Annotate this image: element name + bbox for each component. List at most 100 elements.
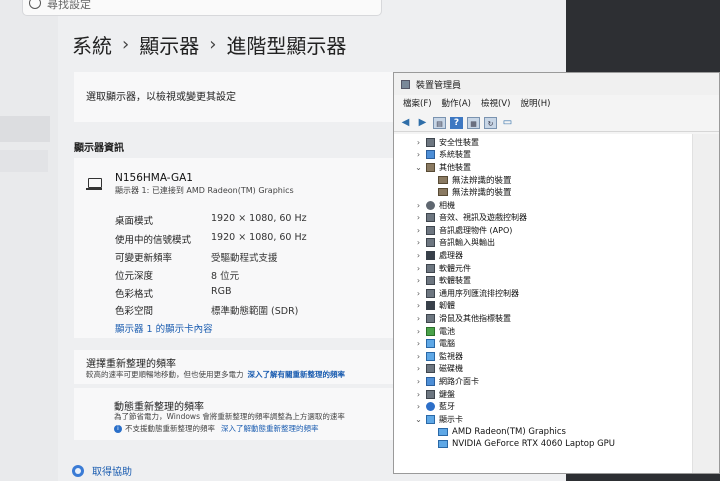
chevron-right-icon[interactable]: ›: [414, 264, 423, 273]
device-category[interactable]: › 系統裝置: [414, 149, 471, 161]
menu-file[interactable]: 檔案(F): [403, 97, 432, 113]
chevron-right-icon[interactable]: ›: [414, 138, 423, 147]
spec-value-desktop-mode: 1920 × 1080, 60 Hz: [211, 213, 307, 224]
chevron-right-icon[interactable]: ›: [414, 402, 423, 411]
monitor-name: N156HMA-GA1: [115, 172, 193, 184]
device-category[interactable]: ⌄ 顯示卡: [414, 413, 463, 425]
refresh-learn-more-link[interactable]: 深入了解有關重新整理的頻率: [248, 370, 346, 379]
breadcrumb-system[interactable]: 系統: [72, 30, 112, 59]
chevron-right-icon[interactable]: ›: [414, 150, 423, 159]
chevron-right-icon[interactable]: ›: [414, 314, 423, 323]
chevron-down-icon[interactable]: ⌄: [414, 415, 423, 424]
device-category[interactable]: › 滑鼠及其他指標裝置: [414, 312, 511, 324]
select-display-label: 選取顯示器，以檢視或變更其設定: [86, 92, 236, 103]
spec-label-color-format: 色彩格式: [115, 289, 154, 300]
toolbar: ◀ ▶ ▤ ? ▦ ↻ ▭: [394, 114, 719, 132]
device-category[interactable]: › 處理器: [414, 249, 463, 261]
spec-label-vrr: 可變更新頻率: [115, 253, 173, 264]
device-node[interactable]: NVIDIA GeForce RTX 4060 Laptop GPU: [438, 438, 615, 450]
breadcrumb-display[interactable]: 顯示器: [139, 30, 199, 59]
spec-value-color-format: RGB: [211, 286, 232, 297]
device-category[interactable]: › 監視器: [414, 350, 463, 362]
device-category[interactable]: › 電腦: [414, 338, 455, 350]
device-manager-title: 裝置管理員: [416, 80, 462, 91]
nav-item-selected[interactable]: [0, 116, 50, 142]
monitor-connection: 顯示器 1: 已連接到 AMD Radeon(TM) Graphics: [115, 186, 294, 195]
device-category[interactable]: › 相機: [414, 199, 455, 211]
display-info-heading: 顯示器資訊: [74, 143, 124, 154]
chevron-right-icon[interactable]: ›: [414, 289, 423, 298]
chevron-right-icon[interactable]: ›: [414, 238, 423, 247]
device-category[interactable]: › 音訊處理物件 (APO): [414, 224, 512, 236]
device-category[interactable]: › 軟體裝置: [414, 275, 471, 287]
help-icon[interactable]: ?: [450, 116, 463, 129]
chevron-right-icon[interactable]: ›: [414, 390, 423, 399]
device-label: 安全性裝置: [439, 137, 479, 147]
spec-value-color-space: 標準動態範圍 (SDR): [211, 306, 299, 317]
device-category[interactable]: › 音訊輸入與輸出: [414, 237, 495, 249]
device-node[interactable]: 無法辨識的裝置: [438, 174, 512, 186]
device-label: 軟體元件: [439, 263, 471, 273]
nav-item[interactable]: [0, 150, 48, 172]
device-label: 鍵盤: [439, 389, 455, 399]
device-category[interactable]: › 網路介面卡: [414, 375, 479, 387]
device-category[interactable]: › 通用序列匯流排控制器: [414, 287, 519, 299]
device-label: 處理器: [439, 250, 463, 260]
chevron-right-icon[interactable]: ›: [414, 213, 423, 222]
display-adapter-icon: [438, 427, 448, 436]
device-tree: › 安全性裝置 › 系統裝置 ⌄ 其他裝置 無法辨識的裝置 無法辨識的裝置 › 相機 › 音效、視訊及…: [394, 134, 694, 473]
chevron-right-icon[interactable]: ›: [414, 276, 423, 285]
chevron-right-icon[interactable]: ›: [414, 226, 423, 235]
device-node[interactable]: 無法辨識的裝置: [438, 186, 512, 198]
breadcrumb: 系統 › 顯示器 › 進階型顯示器: [72, 30, 346, 59]
device-label: 軟體裝置: [439, 276, 471, 286]
menu-bar: 檔案(F) 動作(A) 檢視(V) 說明(H): [394, 97, 550, 113]
device-node[interactable]: AMD Radeon(TM) Graphics: [438, 426, 566, 438]
chevron-right-icon[interactable]: ›: [414, 339, 423, 348]
chevron-right-icon[interactable]: ›: [414, 352, 423, 361]
device-category[interactable]: › 電池: [414, 325, 455, 337]
view-icon[interactable]: ▦: [467, 116, 480, 129]
monitor-icon[interactable]: ▭: [501, 117, 514, 129]
search-input[interactable]: 尋找設定: [22, 0, 382, 16]
breadcrumb-advanced-display: 進階型顯示器: [226, 34, 347, 58]
scrollbar[interactable]: [692, 134, 719, 473]
device-category[interactable]: › 磁碟機: [414, 363, 463, 375]
processor-icon: [426, 250, 435, 260]
chevron-right-icon[interactable]: ›: [414, 201, 423, 210]
dynamic-info-text: 不支援動態重新整理的頻率: [125, 424, 215, 433]
adapter-properties-link[interactable]: 顯示器 1 的顯示卡內容: [115, 321, 213, 335]
device-category[interactable]: › 軟體元件: [414, 262, 471, 274]
back-icon[interactable]: ◀: [399, 117, 412, 129]
update-icon[interactable]: ↻: [484, 116, 497, 129]
display-adapter-icon: [438, 440, 448, 449]
forward-icon[interactable]: ▶: [416, 117, 429, 129]
device-label: NVIDIA GeForce RTX 4060 Laptop GPU: [452, 439, 616, 450]
device-category[interactable]: › 韌體: [414, 300, 455, 312]
device-category[interactable]: › 安全性裝置: [414, 136, 479, 148]
device-category[interactable]: › 藍牙: [414, 401, 455, 413]
device-manager-titlebar[interactable]: 裝置管理員: [394, 73, 719, 95]
device-label: 相機: [439, 200, 455, 210]
device-label: 滑鼠及其他指標裝置: [439, 313, 511, 323]
properties-icon[interactable]: ▤: [433, 116, 446, 129]
device-label: 電腦: [439, 339, 455, 349]
device-category[interactable]: › 音效、視訊及遊戲控制器: [414, 212, 527, 224]
device-label: 顯示卡: [439, 414, 463, 424]
menu-help[interactable]: 說明(H): [520, 97, 550, 113]
device-label: 通用序列匯流排控制器: [439, 288, 519, 298]
chevron-right-icon[interactable]: ›: [414, 364, 423, 373]
chevron-right-icon[interactable]: ›: [414, 251, 423, 260]
chevron-right-icon[interactable]: ›: [414, 377, 423, 386]
get-help-label: 取得協助: [92, 467, 132, 478]
laptop-icon: [86, 178, 102, 190]
get-help-link[interactable]: 取得協助: [72, 463, 132, 478]
device-category[interactable]: ⌄ 其他裝置: [414, 161, 471, 173]
chevron-right-icon[interactable]: ›: [414, 327, 423, 336]
dynamic-learn-more-link[interactable]: 深入了解動態重新整理的頻率: [221, 423, 319, 434]
menu-action[interactable]: 動作(A): [442, 97, 471, 113]
chevron-down-icon[interactable]: ⌄: [414, 163, 423, 172]
device-category[interactable]: › 鍵盤: [414, 388, 455, 400]
menu-view[interactable]: 檢視(V): [481, 97, 510, 113]
chevron-right-icon[interactable]: ›: [414, 301, 423, 310]
